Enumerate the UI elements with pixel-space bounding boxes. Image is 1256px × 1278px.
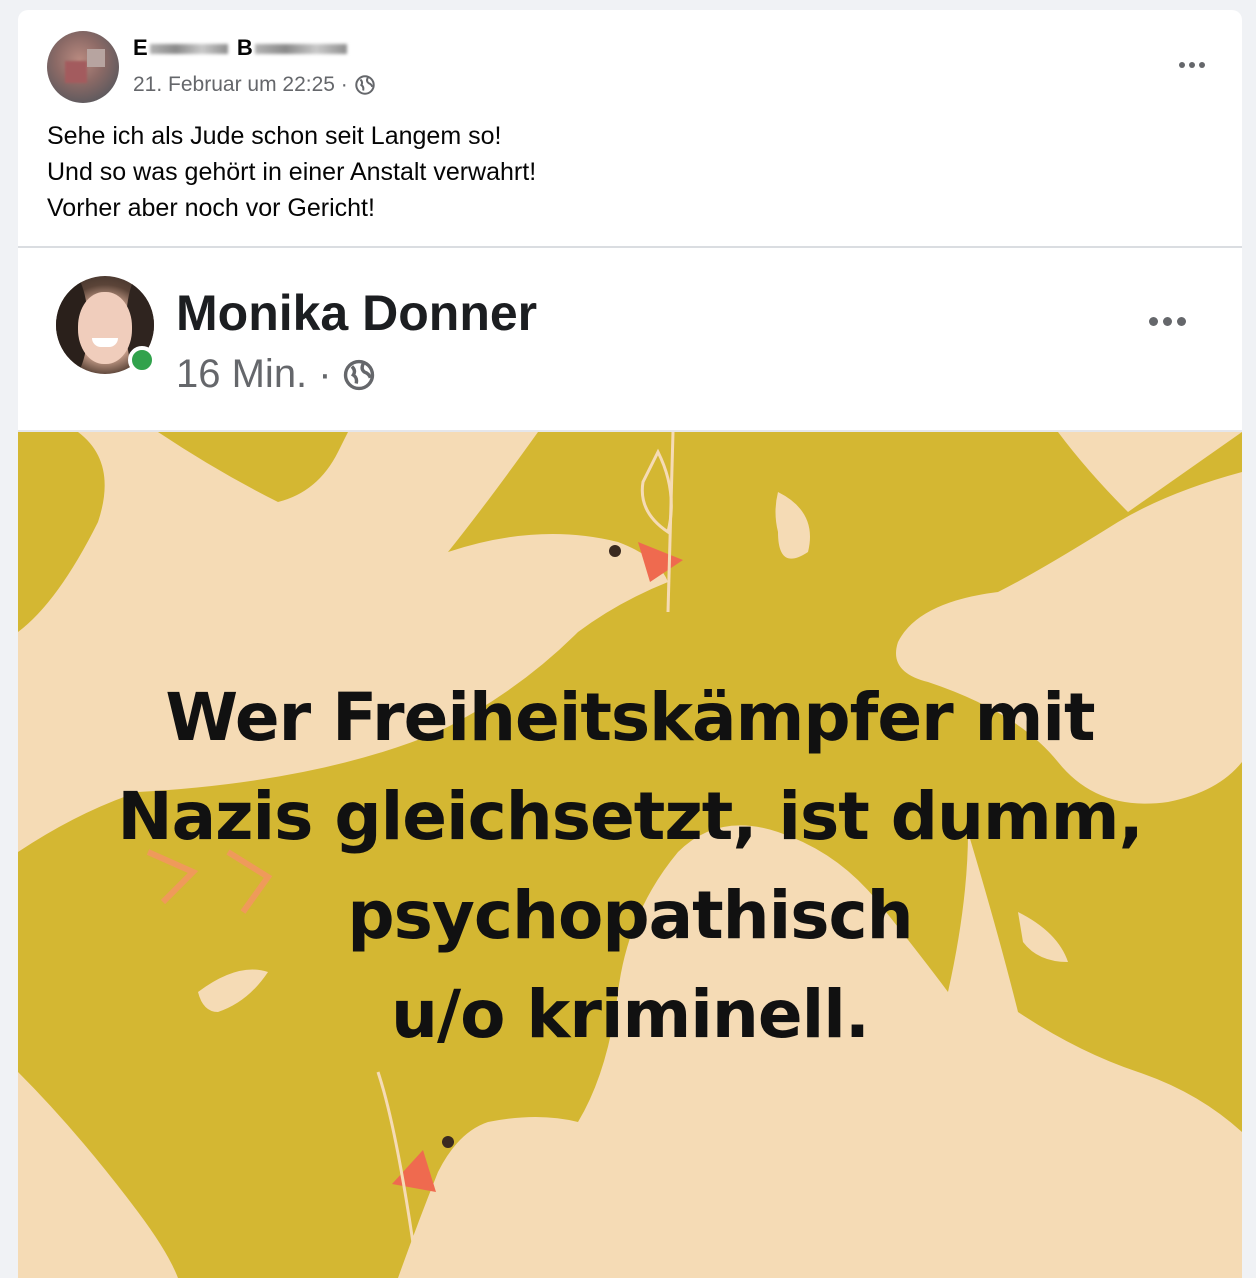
dot-icon bbox=[1162, 316, 1172, 326]
post-text-line: Sehe ich als Jude schon seit Langem so! bbox=[47, 122, 502, 150]
shared-post-time[interactable]: 16 Min. · bbox=[176, 352, 332, 397]
dot-icon bbox=[1176, 316, 1186, 326]
author-avatar[interactable] bbox=[47, 31, 119, 103]
dot-icon bbox=[1199, 62, 1205, 68]
quote-line: Nazis gleichsetzt, ist dumm, bbox=[117, 778, 1143, 855]
author-last-initial: B bbox=[236, 35, 254, 60]
quote-line: psychopathisch bbox=[347, 877, 913, 954]
post-meta: 21. Februar um 22:25 · bbox=[133, 73, 376, 97]
shared-post-image[interactable]: Wer Freiheitskämpfer mit Nazis gleichset… bbox=[18, 432, 1242, 1278]
author-first-initial: E bbox=[133, 35, 149, 60]
shared-post[interactable]: Monika Donner 16 Min. · Wer Freiheitskäm… bbox=[18, 248, 1242, 1278]
shared-more-options-button[interactable] bbox=[1142, 310, 1192, 332]
quote-line: Wer Freiheitskämpfer mit bbox=[165, 679, 1095, 756]
post-header: E B 21. Februar um 22:25 · bbox=[18, 10, 1242, 120]
shared-post-header: Monika Donner 16 Min. · bbox=[18, 248, 1242, 430]
redacted-name-part bbox=[150, 44, 229, 55]
post-text: Sehe ich als Jude schon seit Langem so! … bbox=[47, 118, 536, 226]
globe-icon bbox=[343, 359, 374, 390]
post-text-line: Und so was gehört in einer Anstalt verwa… bbox=[47, 158, 537, 186]
avatar-pixelation bbox=[65, 61, 87, 83]
post-card: E B 21. Februar um 22:25 · Sehe ich als … bbox=[18, 10, 1242, 1278]
redacted-name-part bbox=[255, 44, 348, 55]
shared-author-name[interactable]: Monika Donner bbox=[176, 284, 537, 342]
quote-line: u/o kriminell. bbox=[391, 976, 870, 1053]
avatar-pixelation bbox=[87, 49, 105, 67]
image-quote-text: Wer Freiheitskämpfer mit Nazis gleichset… bbox=[18, 668, 1242, 1064]
dot-icon bbox=[1189, 62, 1195, 68]
post-date[interactable]: 21. Februar um 22:25 · bbox=[133, 73, 348, 97]
more-options-button[interactable] bbox=[1172, 54, 1212, 76]
dot-icon bbox=[1179, 62, 1185, 68]
online-status-icon bbox=[128, 346, 156, 374]
author-name[interactable]: E B bbox=[133, 35, 349, 61]
dot-icon bbox=[1148, 316, 1158, 326]
shared-post-meta: 16 Min. · bbox=[176, 352, 376, 397]
globe-icon bbox=[355, 75, 375, 95]
post-text-line: Vorher aber noch vor Gericht! bbox=[47, 194, 375, 222]
